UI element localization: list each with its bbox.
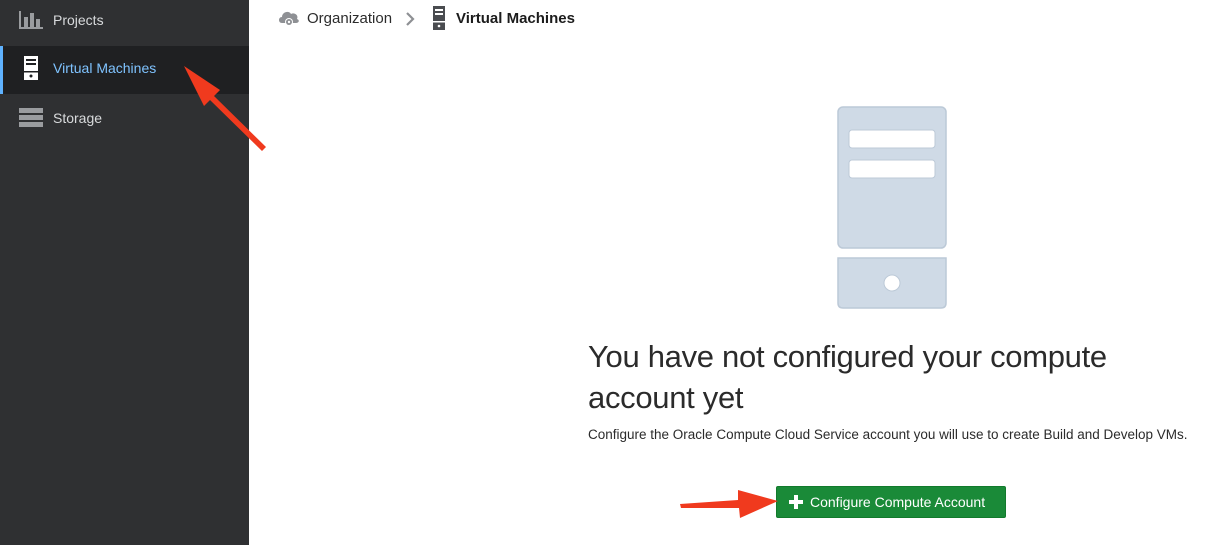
bar-chart-icon	[19, 11, 43, 29]
server-icon	[24, 56, 38, 80]
empty-state-title: You have not configured your compute acc…	[588, 339, 1107, 415]
sidebar-item-storage[interactable]: Storage	[0, 96, 249, 144]
server-icon	[433, 6, 445, 30]
sidebar-item-projects[interactable]: Projects	[0, 0, 249, 46]
breadcrumb-current: Virtual Machines	[456, 10, 575, 27]
empty-state-description: Configure the Oracle Compute Cloud Servi…	[588, 427, 1188, 442]
sidebar-item-label: Storage	[53, 110, 103, 126]
main-content: Organization Virtual Machines You have n…	[249, 0, 1216, 545]
chevron-right-icon	[406, 12, 415, 26]
cloud-gear-icon	[279, 11, 299, 26]
server-illustration-icon	[837, 106, 947, 309]
configure-compute-account-button[interactable]: Configure Compute Account	[776, 486, 1006, 518]
sidebar: Projects Virtual Machines Storage	[0, 0, 249, 545]
plus-icon	[789, 495, 803, 509]
sidebar-item-label: Virtual Machines	[53, 60, 157, 76]
button-label: Configure Compute Account	[810, 494, 986, 510]
storage-icon	[19, 108, 43, 127]
sidebar-item-label: Projects	[53, 12, 104, 28]
sidebar-item-virtual-machines[interactable]: Virtual Machines	[0, 46, 249, 94]
breadcrumb-organization-link[interactable]: Organization	[307, 10, 392, 27]
